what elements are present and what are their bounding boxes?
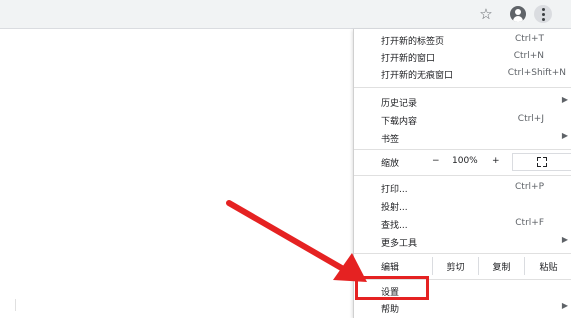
annotation-arrow: [226, 200, 367, 282]
